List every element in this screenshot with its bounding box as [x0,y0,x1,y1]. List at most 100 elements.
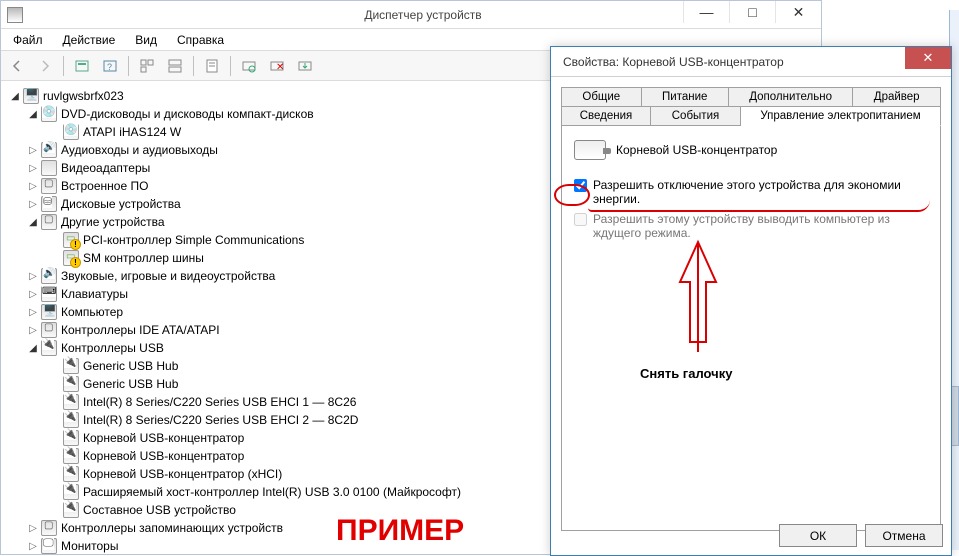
tree-expander-none [49,252,61,264]
tree-item-label: ATAPI iHAS124 W [83,125,181,139]
tree-item-label: Мониторы [61,539,118,553]
tree-item-label: Компьютер [61,305,123,319]
tree-expander-icon[interactable]: ▷ [27,324,39,336]
prop-close-button[interactable]: ✕ [905,47,951,69]
dm-titlebar: Диспетчер устройств — □ ✕ [1,1,821,29]
usb-icon [63,502,79,518]
tree-expander-icon[interactable]: ◢ [27,108,39,120]
chip-icon [41,322,57,338]
toolbar-by-type-icon[interactable] [135,54,159,78]
tree-item-label: Generic USB Hub [83,359,178,373]
tab-power[interactable]: Питание [642,87,729,107]
card-icon [63,250,79,266]
allow-wake-label: Разрешить этому устройству выводить комп… [593,212,928,240]
tab-advanced[interactable]: Дополнительно [729,87,854,107]
maximize-button[interactable]: □ [729,1,775,23]
tab-driver[interactable]: Драйвер [853,87,941,107]
toolbar-uninstall-icon[interactable]: ✕ [265,54,289,78]
tree-item-label: ruvlgwsbrfx023 [43,89,124,103]
menu-file[interactable]: Файл [5,31,51,49]
chip-icon [41,214,57,230]
tree-item-label: Составное USB устройство [83,503,236,517]
tree-item-label: DVD-дисководы и дисководы компакт-дисков [61,107,314,121]
tree-expander-none [49,432,61,444]
tab-events[interactable]: События [651,107,741,126]
disk-icon [41,196,57,212]
tree-expander-icon[interactable]: ▷ [27,144,39,156]
tree-expander-none [49,468,61,480]
tree-expander-icon[interactable]: ▷ [27,162,39,174]
usb-icon [63,412,79,428]
allow-turnoff-checkbox[interactable] [574,179,587,192]
menu-view[interactable]: Вид [127,31,165,49]
toolbar-sep [230,56,231,76]
tree-expander-icon[interactable]: ▷ [27,306,39,318]
toolbar-help-icon[interactable]: ? [98,54,122,78]
tree-item-label: Корневой USB-концентратор [83,449,244,463]
tree-expander-icon[interactable]: ▷ [27,540,39,552]
allow-turnoff-label[interactable]: Разрешить отключение этого устройства дл… [593,178,928,206]
tree-item-label: Дисковые устройства [61,197,181,211]
tree-expander-none [49,504,61,516]
toolbar-sep [63,56,64,76]
ok-button[interactable]: ОК [779,524,857,547]
tree-expander-none [49,126,61,138]
tree-item-label: Видеоадаптеры [61,161,150,175]
tree-expander-icon[interactable]: ◢ [27,216,39,228]
computer-icon [23,88,39,104]
sound-icon [41,268,57,284]
tree-expander-icon[interactable]: ◢ [27,342,39,354]
tree-expander-icon[interactable]: ▷ [27,180,39,192]
toolbar-forward-icon[interactable] [33,54,57,78]
toolbar-show-hidden-icon[interactable] [70,54,94,78]
toolbar-scan-hw-icon[interactable] [237,54,261,78]
close-button[interactable]: ✕ [775,1,821,23]
chip-icon [41,520,57,536]
tree-item-label: Intel(R) 8 Series/C220 Series USB EHCI 2… [83,413,358,427]
tree-expander-icon[interactable]: ▷ [27,522,39,534]
video-icon [41,160,57,176]
monitor-icon [41,538,57,554]
tree-item-label: Контроллеры IDE ATA/ATAPI [61,323,220,337]
card-icon [63,232,79,248]
usb-icon [63,466,79,482]
tab-power-mgmt[interactable]: Управление электропитанием [741,107,941,126]
tree-expander-none [49,378,61,390]
tree-item-label: Generic USB Hub [83,377,178,391]
dm-app-icon [7,7,23,23]
allow-wake-row: Разрешить этому устройству выводить комп… [574,212,928,240]
toolbar-by-conn-icon[interactable] [163,54,187,78]
usb-icon [63,484,79,500]
minimize-button[interactable]: — [683,1,729,23]
usb-icon [63,430,79,446]
usb-hub-icon [574,140,606,160]
properties-dialog: Свойства: Корневой USB-концентратор ✕ Об… [550,46,952,556]
tree-expander-none [49,396,61,408]
menu-help[interactable]: Справка [169,31,232,49]
menu-action[interactable]: Действие [55,31,124,49]
disc-icon [41,106,57,122]
keyboard-icon [41,286,57,302]
tree-expander-icon[interactable]: ▷ [27,198,39,210]
computer-icon [41,304,57,320]
tab-general[interactable]: Общие [561,87,642,107]
toolbar-back-icon[interactable] [5,54,29,78]
tree-item-label: SM контроллер шины [83,251,204,265]
toolbar-sep [128,56,129,76]
tree-expander-icon[interactable]: ▷ [27,270,39,282]
svg-text:✕: ✕ [276,62,284,73]
disc-icon [63,124,79,140]
tree-expander-none [49,414,61,426]
tree-expander-icon[interactable]: ▷ [27,288,39,300]
toolbar-update-driver-icon[interactable] [293,54,317,78]
tree-item-label: Встроенное ПО [61,179,148,193]
toolbar-properties-icon[interactable] [200,54,224,78]
tree-expander-icon[interactable]: ◢ [9,90,21,102]
tab-strip: Общие Питание Дополнительно Драйвер Свед… [561,87,941,531]
tree-item-label: Intel(R) 8 Series/C220 Series USB EHCI 1… [83,395,356,409]
usb-icon [63,376,79,392]
tree-item-label: Контроллеры запоминающих устройств [61,521,283,535]
chip-icon [41,178,57,194]
tab-details[interactable]: Сведения [561,107,651,126]
cancel-button[interactable]: Отмена [865,524,943,547]
